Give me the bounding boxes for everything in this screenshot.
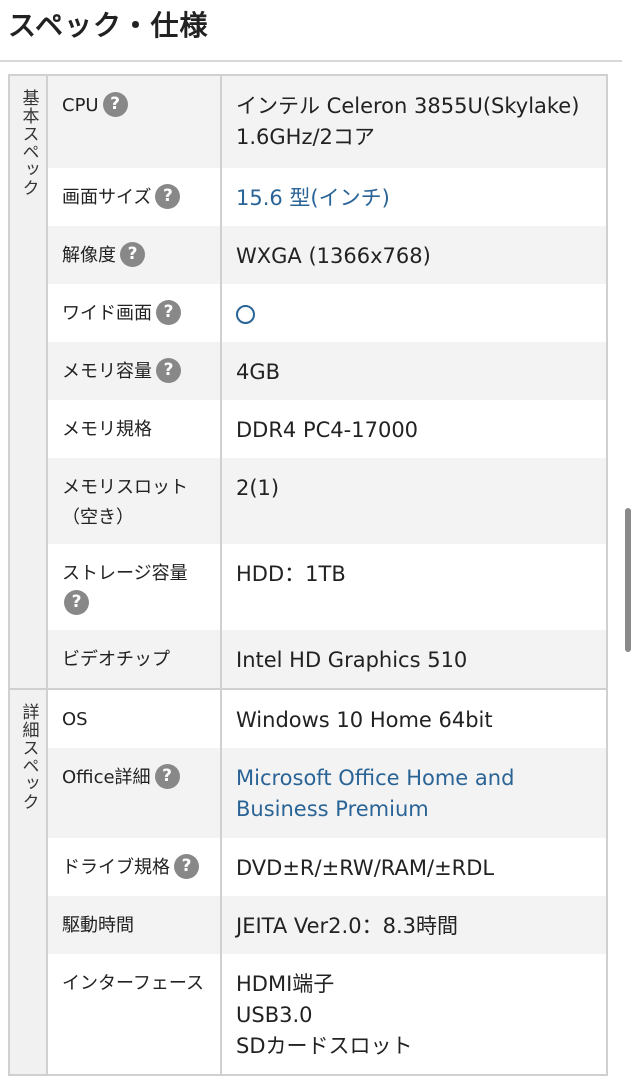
section-label-basic: 基本スペック (10, 76, 48, 688)
table-row-os: OS Windows 10 Home 64bit (48, 690, 606, 748)
row-label: ビデオチップ (48, 630, 222, 688)
row-value: DVD±R/±RW/RAM/±RDL (236, 856, 495, 880)
help-icon[interactable]: ? (102, 91, 128, 117)
table-row-memory-capacity: メモリ容量? 4GB (48, 342, 606, 400)
table-row-cpu: CPU? インテル Celeron 3855U(Skylake) 1.6GHz/2… (48, 76, 606, 168)
scrollbar-thumb[interactable] (625, 508, 631, 652)
table-row-memory-slot: メモリスロット（空き） 2(1) (48, 458, 606, 544)
help-icon[interactable]: ? (156, 299, 181, 325)
section-label-text: 詳細スペック (18, 703, 39, 811)
help-icon[interactable]: ? (154, 763, 180, 789)
row-label: メモリ規格 (48, 400, 222, 458)
row-label: Office詳細? (48, 748, 222, 838)
section-detail-spec: 詳細スペック OS Windows 10 Home 64bit Office詳細… (10, 690, 606, 1076)
help-icon[interactable]: ? (64, 589, 89, 615)
row-value: HDD：1TB (236, 562, 346, 586)
table-row-memory-standard: メモリ規格 DDR4 PC4-17000 (48, 400, 606, 458)
help-icon[interactable]: ? (155, 183, 181, 209)
screen-size-link[interactable]: 15.6 型(インチ) (222, 168, 606, 226)
table-row-storage: ストレージ容量? HDD：1TB (48, 544, 606, 630)
table-row-interface: インターフェース HDMI端子 USB3.0 SDカードスロット (48, 954, 606, 1074)
row-label: 解像度? (48, 226, 222, 284)
section-basic-spec: 基本スペック CPU? インテル Celeron 3855U(Skylake) 1… (10, 76, 606, 690)
office-link[interactable]: Microsoft Office Home and Business Premiu… (222, 748, 606, 838)
row-label: メモリ容量? (48, 342, 222, 400)
help-icon[interactable]: ? (120, 241, 145, 267)
row-value: WXGA (1366x768) (236, 244, 431, 268)
row-label: ワイド画面? (48, 284, 222, 342)
row-label: 駆動時間 (48, 896, 222, 954)
table-row-resolution: 解像度? WXGA (1366x768) (48, 226, 606, 284)
help-icon[interactable]: ? (174, 853, 199, 879)
section-label-detail: 詳細スペック (10, 690, 48, 1074)
row-value: 4GB (236, 360, 281, 384)
page-title: スペック・仕様 (8, 9, 209, 42)
row-value: Intel HD Graphics 510 (236, 648, 468, 672)
row-label: インターフェース (48, 954, 222, 1074)
spec-table: 基本スペック CPU? インテル Celeron 3855U(Skylake) 1… (8, 74, 608, 1076)
row-value: DDR4 PC4-17000 (236, 418, 419, 442)
row-label: CPU? (48, 76, 222, 168)
help-icon[interactable]: ? (156, 357, 181, 383)
section-label-text: 基本スペック (18, 89, 39, 197)
table-row-video-chip: ビデオチップ Intel HD Graphics 510 (48, 630, 606, 688)
row-value: JEITA Ver2.0：8.3時間 (236, 914, 458, 938)
table-row-wide-screen: ワイド画面? (48, 284, 606, 342)
row-label: ストレージ容量? (48, 544, 222, 630)
row-label: メモリスロット（空き） (48, 458, 222, 544)
row-value: 2(1) (236, 476, 280, 500)
table-row-drive: ドライブ規格? DVD±R/±RW/RAM/±RDL (48, 838, 606, 896)
circle-mark-icon (236, 305, 255, 324)
row-label: OS (48, 690, 222, 748)
row-label: ドライブ規格? (48, 838, 222, 896)
page-header: スペック・仕様 (0, 0, 622, 62)
row-value (222, 284, 606, 342)
section-rows: CPU? インテル Celeron 3855U(Skylake) 1.6GHz/2… (48, 76, 606, 688)
row-value: Windows 10 Home 64bit (236, 708, 493, 732)
table-row-battery: 駆動時間 JEITA Ver2.0：8.3時間 (48, 896, 606, 954)
table-row-office: Office詳細? Microsoft Office Home and Busin… (48, 748, 606, 838)
section-rows: OS Windows 10 Home 64bit Office詳細? Micro… (48, 690, 606, 1074)
row-value: インテル Celeron 3855U(Skylake) 1.6GHz/2コア (236, 94, 580, 149)
row-value: HDMI端子 USB3.0 SDカードスロット (236, 972, 413, 1058)
table-row-screen-size: 画面サイズ? 15.6 型(インチ) (48, 168, 606, 226)
row-label: 画面サイズ? (48, 168, 222, 226)
